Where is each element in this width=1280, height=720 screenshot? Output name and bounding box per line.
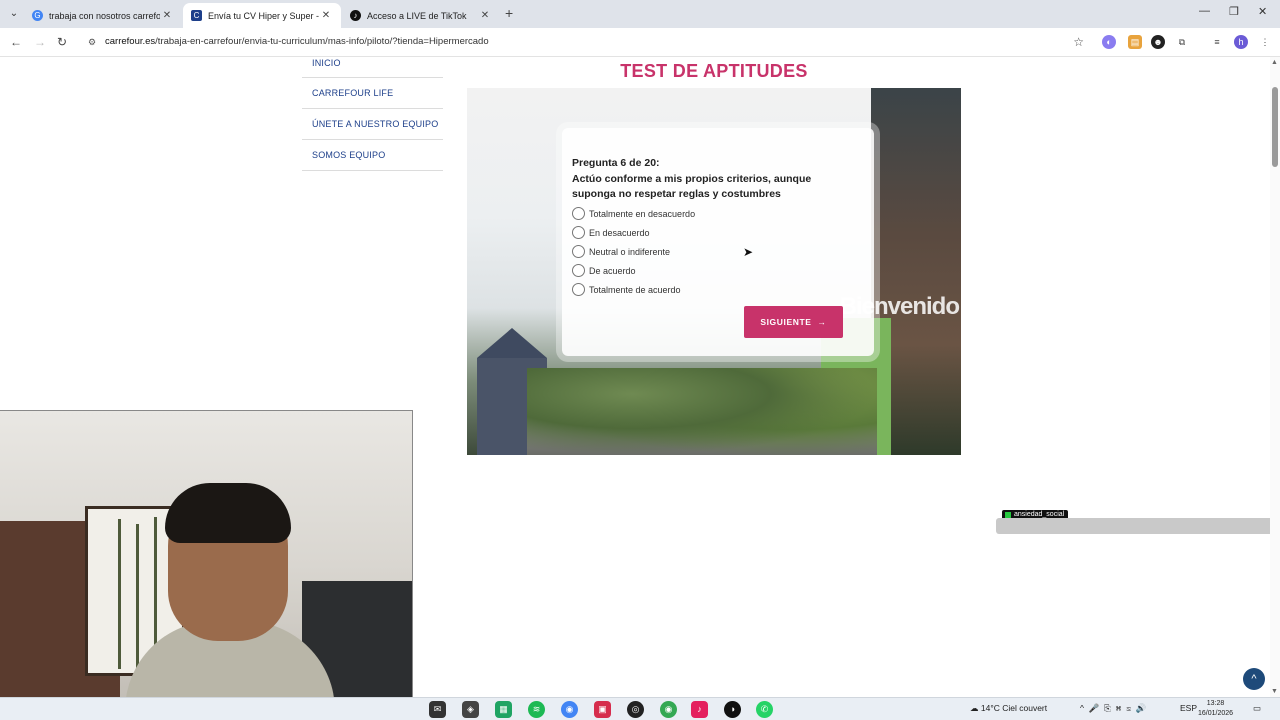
tab-google-search[interactable]: G trabaja con nosotros carrefour ✕ [24,3,182,28]
url-path: /trabaja-en-carrefour/envia-tu-curriculu… [155,36,489,47]
radio-button[interactable] [572,226,585,239]
tiktok-icon: ♪ [350,10,361,21]
scrollbar-thumb[interactable] [1272,87,1278,167]
url-text: carrefour.es/trabaja-en-carrefour/envia-… [105,36,489,47]
extensions-puzzle-icon[interactable]: ⧉ [1175,35,1189,49]
option-label: Totalmente de acuerdo [589,284,681,295]
mouse-cursor-icon: ➤ [743,245,754,259]
clock-time: 13:28 [1206,700,1225,707]
sidenav-item-somos-equipo[interactable]: SOMOS EQUIPO [302,140,443,171]
person-hair [165,483,291,543]
scroll-up-icon[interactable]: ▲ [1271,59,1278,66]
new-tab-icon[interactable]: + [505,6,519,20]
option-de-acuerdo[interactable]: De acuerdo [572,264,636,277]
taskbar-chrome-icon[interactable]: ◉ [660,701,677,718]
bookmark-star-icon[interactable]: ☆ [1073,35,1084,49]
url-domain: carrefour.es [105,36,156,47]
webcam-overlay [0,410,413,720]
option-label: Neutral o indiferente [589,246,671,257]
page-title: TEST DE APTITUDES [620,61,808,81]
option-totalmente-desacuerdo[interactable]: Totalmente en desacuerdo [572,207,695,220]
taskbar-app-icon[interactable]: ✉ [429,701,446,718]
extension-icon[interactable]: ◐ [1102,35,1116,49]
question-number: Pregunta 6 de 20: [572,157,660,169]
window-close-icon[interactable]: ✕ [1258,5,1267,18]
next-button-label: SIGUIENTE [760,317,812,327]
next-button[interactable]: SIGUIENTE → [744,306,843,338]
minimize-icon[interactable]: — [1199,5,1210,17]
close-icon[interactable]: ✕ [478,10,492,21]
taskbar-app-icon[interactable]: ▣ [594,701,611,718]
radio-button[interactable] [572,207,585,220]
taskbar-whatsapp-icon[interactable]: ✆ [756,701,773,718]
roof-shape [477,328,547,358]
language-indicator[interactable]: ESP [1180,703,1197,713]
os-taskbar: ✉ ◈ ▦ ≋ ◉ ▣ ◎ ◉ ♪ ◑ ✆ ☁ 14°C Ciel couver… [0,697,1280,720]
question-text: Actúo conforme a mis propios criterios, … [572,173,812,200]
tab-title: Envía tu CV Hiper y Super - Trab [208,10,319,21]
carrefour-icon: C [191,10,202,21]
sidenav-item-unete[interactable]: ÚNETE A NUESTRO EQUIPO [302,109,443,140]
reading-list-icon[interactable]: ≡ [1210,35,1224,49]
reload-icon[interactable]: ↻ [57,35,67,49]
option-label: En desacuerdo [589,227,650,238]
cloud-icon: ☁ [970,703,979,713]
clock-date: 16/01/2026 [1198,710,1234,717]
taskbar-sheets-icon[interactable]: ▦ [495,701,512,718]
tab-title: trabaja con nosotros carrefour [49,10,160,21]
taskbar-spotify-icon[interactable]: ≋ [528,701,545,718]
option-desacuerdo[interactable]: En desacuerdo [572,226,650,239]
back-to-top-icon[interactable]: ^ [1243,668,1265,690]
quiz-card: Pregunta 6 de 20: Actúo conforme a mis p… [562,128,874,356]
trees-shape [527,368,877,455]
weather-text: 14°C Ciel couvert [980,703,1048,713]
taskbar-app-icon[interactable]: ◑ [724,701,741,718]
radio-button[interactable] [572,245,585,258]
tray-icons[interactable]: ^ 🎤 ⎘ ⌘ ≋ 🔊 [1080,703,1146,714]
menu-kebab-icon[interactable]: ⋮ [1258,35,1272,49]
tab-title: Acceso a LIVE de TikTok [367,10,467,21]
close-icon[interactable]: ✕ [160,10,174,21]
close-icon[interactable]: ✕ [319,10,333,21]
clock[interactable]: 13:28 16/01/2026 [1198,699,1233,719]
sidenav-item-inicio[interactable]: INICIO [302,57,443,78]
option-neutral[interactable]: Neutral o indiferente [572,245,670,258]
tab-carrefour-cv[interactable]: C Envía tu CV Hiper y Super - Trab ✕ [183,3,341,28]
restore-icon[interactable]: ❐ [1229,5,1239,18]
page-scrollbar[interactable]: ▲ ▼ [1270,57,1280,697]
tab-search-icon[interactable]: ⌄ [6,6,22,22]
tab-tiktok-live[interactable]: ♪ Acceso a LIVE de TikTok ✕ [342,3,500,28]
arrow-right-icon: → [817,317,827,327]
option-label: De acuerdo [589,265,636,276]
radio-button[interactable] [572,283,585,296]
profile-avatar[interactable]: h [1234,35,1248,49]
weather-widget[interactable]: ☁ 14°C Ciel couvert [970,703,1047,714]
extension-icon[interactable]: ▤ [1128,35,1142,49]
option-label: Totalmente en desacuerdo [589,208,696,219]
taskbar-tiktok-icon[interactable]: ♪ [691,701,708,718]
browser-toolbar: ← → ↻ ⚙ carrefour.es/trabaja-en-carrefou… [0,28,1280,57]
notifications-icon[interactable]: ▭ [1253,703,1261,714]
browser-tabbar: ⌄ G trabaja con nosotros carrefour ✕ C E… [0,0,1280,28]
address-bar[interactable]: ⚙ carrefour.es/trabaja-en-carrefour/envi… [78,32,1090,53]
taskbar-app-icon[interactable]: ◎ [627,701,644,718]
hero-image: Bienvenido Pregunta 6 de 20: Actúo confo… [467,88,961,455]
sidenav-item-carrefour-life[interactable]: CARREFOUR LIFE [302,78,443,109]
option-totalmente-de-acuerdo[interactable]: Totalmente de acuerdo [572,283,681,296]
stream-overlay-bar [996,518,1270,534]
taskbar-app-icon[interactable]: ◈ [462,701,479,718]
extension-icon[interactable]: ☻ [1151,35,1165,49]
radio-button[interactable] [572,264,585,277]
back-icon[interactable]: ← [10,35,22,49]
scroll-down-icon[interactable]: ▼ [1271,688,1278,695]
side-navigation: INICIO CARREFOUR LIFE ÚNETE A NUESTRO EQ… [302,57,443,171]
site-info-icon[interactable]: ⚙ [88,37,96,48]
taskbar-chrome-icon[interactable]: ◉ [561,701,578,718]
google-icon: G [32,10,43,21]
forward-icon[interactable]: → [34,35,46,49]
